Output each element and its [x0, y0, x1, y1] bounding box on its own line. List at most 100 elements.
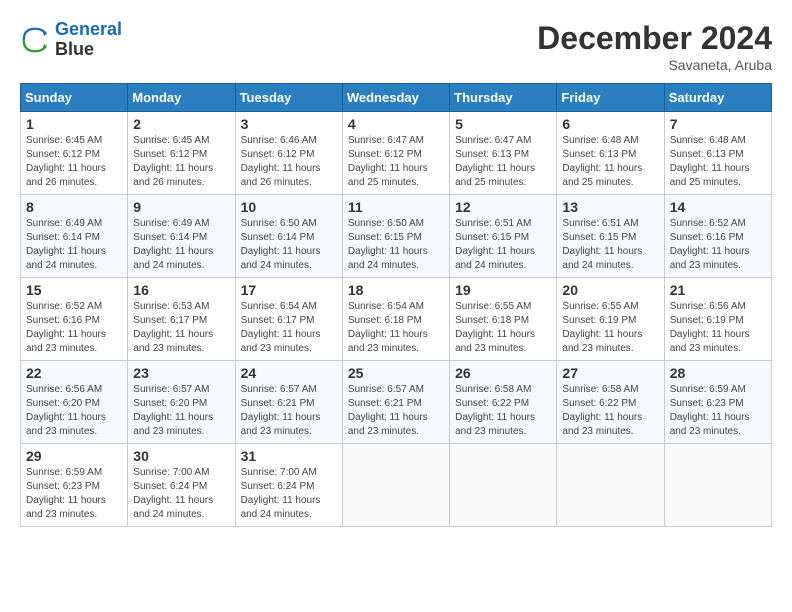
calendar-cell: 3 Sunrise: 6:46 AM Sunset: 6:12 PM Dayli…	[235, 112, 342, 195]
calendar-week-row: 15 Sunrise: 6:52 AM Sunset: 6:16 PM Dayl…	[21, 278, 772, 361]
weekday-header-row: SundayMondayTuesdayWednesdayThursdayFrid…	[21, 84, 772, 112]
day-info: Sunrise: 6:49 AM Sunset: 6:14 PM Dayligh…	[26, 217, 122, 273]
calendar-week-row: 8 Sunrise: 6:49 AM Sunset: 6:14 PM Dayli…	[21, 195, 772, 278]
day-number: 12	[455, 199, 551, 215]
calendar-cell: 7 Sunrise: 6:48 AM Sunset: 6:13 PM Dayli…	[664, 112, 771, 195]
calendar-cell: 6 Sunrise: 6:48 AM Sunset: 6:13 PM Dayli…	[557, 112, 664, 195]
day-number: 16	[133, 282, 229, 298]
logo: General Blue	[20, 20, 122, 60]
calendar-cell: 21 Sunrise: 6:56 AM Sunset: 6:19 PM Dayl…	[664, 278, 771, 361]
day-number: 30	[133, 448, 229, 464]
calendar-week-row: 29 Sunrise: 6:59 AM Sunset: 6:23 PM Dayl…	[21, 444, 772, 527]
calendar-week-row: 22 Sunrise: 6:56 AM Sunset: 6:20 PM Dayl…	[21, 361, 772, 444]
logo-text: General Blue	[55, 20, 122, 60]
day-number: 24	[241, 365, 337, 381]
calendar-cell: 15 Sunrise: 6:52 AM Sunset: 6:16 PM Dayl…	[21, 278, 128, 361]
calendar-cell: 31 Sunrise: 7:00 AM Sunset: 6:24 PM Dayl…	[235, 444, 342, 527]
day-info: Sunrise: 6:56 AM Sunset: 6:19 PM Dayligh…	[670, 300, 766, 356]
calendar-cell: 26 Sunrise: 6:58 AM Sunset: 6:22 PM Dayl…	[450, 361, 557, 444]
day-number: 3	[241, 116, 337, 132]
calendar-cell: 5 Sunrise: 6:47 AM Sunset: 6:13 PM Dayli…	[450, 112, 557, 195]
day-number: 22	[26, 365, 122, 381]
calendar-cell: 17 Sunrise: 6:54 AM Sunset: 6:17 PM Dayl…	[235, 278, 342, 361]
weekday-header: Saturday	[664, 84, 771, 112]
day-info: Sunrise: 6:48 AM Sunset: 6:13 PM Dayligh…	[562, 134, 658, 190]
calendar-cell: 9 Sunrise: 6:49 AM Sunset: 6:14 PM Dayli…	[128, 195, 235, 278]
calendar-cell	[664, 444, 771, 527]
day-info: Sunrise: 6:54 AM Sunset: 6:18 PM Dayligh…	[348, 300, 444, 356]
day-info: Sunrise: 6:54 AM Sunset: 6:17 PM Dayligh…	[241, 300, 337, 356]
calendar-cell	[557, 444, 664, 527]
calendar-cell: 19 Sunrise: 6:55 AM Sunset: 6:18 PM Dayl…	[450, 278, 557, 361]
calendar-cell: 18 Sunrise: 6:54 AM Sunset: 6:18 PM Dayl…	[342, 278, 449, 361]
day-number: 15	[26, 282, 122, 298]
day-info: Sunrise: 6:50 AM Sunset: 6:14 PM Dayligh…	[241, 217, 337, 273]
day-info: Sunrise: 6:52 AM Sunset: 6:16 PM Dayligh…	[26, 300, 122, 356]
day-info: Sunrise: 6:55 AM Sunset: 6:19 PM Dayligh…	[562, 300, 658, 356]
day-info: Sunrise: 6:49 AM Sunset: 6:14 PM Dayligh…	[133, 217, 229, 273]
calendar-cell: 12 Sunrise: 6:51 AM Sunset: 6:15 PM Dayl…	[450, 195, 557, 278]
calendar-cell: 13 Sunrise: 6:51 AM Sunset: 6:15 PM Dayl…	[557, 195, 664, 278]
calendar-cell	[342, 444, 449, 527]
calendar-cell: 30 Sunrise: 7:00 AM Sunset: 6:24 PM Dayl…	[128, 444, 235, 527]
day-info: Sunrise: 6:51 AM Sunset: 6:15 PM Dayligh…	[562, 217, 658, 273]
calendar-cell: 29 Sunrise: 6:59 AM Sunset: 6:23 PM Dayl…	[21, 444, 128, 527]
calendar-cell: 24 Sunrise: 6:57 AM Sunset: 6:21 PM Dayl…	[235, 361, 342, 444]
calendar-cell: 22 Sunrise: 6:56 AM Sunset: 6:20 PM Dayl…	[21, 361, 128, 444]
day-number: 13	[562, 199, 658, 215]
day-number: 23	[133, 365, 229, 381]
day-info: Sunrise: 6:59 AM Sunset: 6:23 PM Dayligh…	[670, 383, 766, 439]
weekday-header: Tuesday	[235, 84, 342, 112]
day-number: 2	[133, 116, 229, 132]
day-info: Sunrise: 6:52 AM Sunset: 6:16 PM Dayligh…	[670, 217, 766, 273]
day-number: 20	[562, 282, 658, 298]
day-number: 1	[26, 116, 122, 132]
day-info: Sunrise: 7:00 AM Sunset: 6:24 PM Dayligh…	[241, 466, 337, 522]
weekday-header: Thursday	[450, 84, 557, 112]
calendar-table: SundayMondayTuesdayWednesdayThursdayFrid…	[20, 83, 772, 527]
title-block: December 2024 Savaneta, Aruba	[537, 20, 772, 73]
day-info: Sunrise: 6:57 AM Sunset: 6:20 PM Dayligh…	[133, 383, 229, 439]
day-number: 7	[670, 116, 766, 132]
day-number: 11	[348, 199, 444, 215]
day-number: 25	[348, 365, 444, 381]
calendar-cell: 25 Sunrise: 6:57 AM Sunset: 6:21 PM Dayl…	[342, 361, 449, 444]
day-number: 14	[670, 199, 766, 215]
weekday-header: Friday	[557, 84, 664, 112]
day-number: 28	[670, 365, 766, 381]
day-info: Sunrise: 6:45 AM Sunset: 6:12 PM Dayligh…	[133, 134, 229, 190]
weekday-header: Wednesday	[342, 84, 449, 112]
day-info: Sunrise: 6:50 AM Sunset: 6:15 PM Dayligh…	[348, 217, 444, 273]
calendar-cell: 28 Sunrise: 6:59 AM Sunset: 6:23 PM Dayl…	[664, 361, 771, 444]
day-number: 8	[26, 199, 122, 215]
weekday-header: Sunday	[21, 84, 128, 112]
day-info: Sunrise: 6:47 AM Sunset: 6:13 PM Dayligh…	[455, 134, 551, 190]
day-info: Sunrise: 6:59 AM Sunset: 6:23 PM Dayligh…	[26, 466, 122, 522]
day-number: 19	[455, 282, 551, 298]
day-number: 29	[26, 448, 122, 464]
day-info: Sunrise: 6:57 AM Sunset: 6:21 PM Dayligh…	[348, 383, 444, 439]
day-number: 5	[455, 116, 551, 132]
calendar-cell: 16 Sunrise: 6:53 AM Sunset: 6:17 PM Dayl…	[128, 278, 235, 361]
calendar-cell: 8 Sunrise: 6:49 AM Sunset: 6:14 PM Dayli…	[21, 195, 128, 278]
day-number: 31	[241, 448, 337, 464]
calendar-cell: 14 Sunrise: 6:52 AM Sunset: 6:16 PM Dayl…	[664, 195, 771, 278]
day-number: 21	[670, 282, 766, 298]
day-info: Sunrise: 6:46 AM Sunset: 6:12 PM Dayligh…	[241, 134, 337, 190]
calendar-cell: 2 Sunrise: 6:45 AM Sunset: 6:12 PM Dayli…	[128, 112, 235, 195]
calendar-cell: 1 Sunrise: 6:45 AM Sunset: 6:12 PM Dayli…	[21, 112, 128, 195]
day-info: Sunrise: 6:47 AM Sunset: 6:12 PM Dayligh…	[348, 134, 444, 190]
day-info: Sunrise: 6:53 AM Sunset: 6:17 PM Dayligh…	[133, 300, 229, 356]
location-subtitle: Savaneta, Aruba	[537, 57, 772, 73]
day-info: Sunrise: 6:58 AM Sunset: 6:22 PM Dayligh…	[562, 383, 658, 439]
day-number: 27	[562, 365, 658, 381]
calendar-cell: 10 Sunrise: 6:50 AM Sunset: 6:14 PM Dayl…	[235, 195, 342, 278]
calendar-cell: 11 Sunrise: 6:50 AM Sunset: 6:15 PM Dayl…	[342, 195, 449, 278]
day-info: Sunrise: 6:57 AM Sunset: 6:21 PM Dayligh…	[241, 383, 337, 439]
day-number: 6	[562, 116, 658, 132]
calendar-cell: 27 Sunrise: 6:58 AM Sunset: 6:22 PM Dayl…	[557, 361, 664, 444]
calendar-week-row: 1 Sunrise: 6:45 AM Sunset: 6:12 PM Dayli…	[21, 112, 772, 195]
day-info: Sunrise: 6:55 AM Sunset: 6:18 PM Dayligh…	[455, 300, 551, 356]
calendar-cell: 20 Sunrise: 6:55 AM Sunset: 6:19 PM Dayl…	[557, 278, 664, 361]
day-info: Sunrise: 6:56 AM Sunset: 6:20 PM Dayligh…	[26, 383, 122, 439]
